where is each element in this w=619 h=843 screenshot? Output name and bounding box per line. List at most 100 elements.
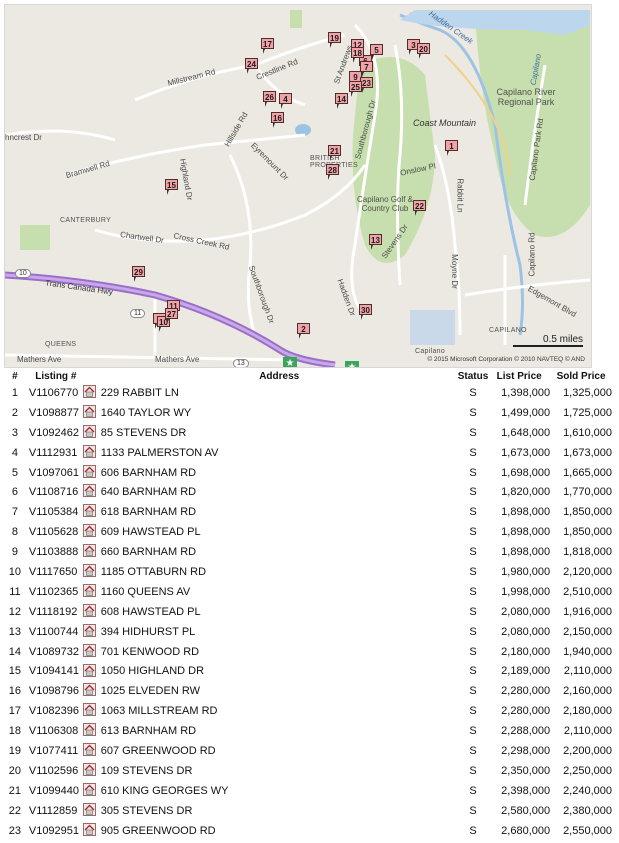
table-row[interactable]: 20 V1102596 109 STEVENS DR S 2,350,000 2,250,…	[4, 761, 616, 781]
table-row[interactable]: 19 V1077411 607 GREENWOOD RD S 2,298,000 2,20…	[4, 741, 616, 761]
map-marker[interactable]: 20	[417, 43, 430, 59]
house-icon[interactable]	[82, 385, 96, 399]
table-row[interactable]: 15 V1094141 1050 HIGHLAND DR S 2,189,000 2,11…	[4, 661, 616, 681]
house-icon-cell[interactable]	[82, 661, 101, 681]
list-price: 1,648,000	[501, 426, 551, 439]
table-row[interactable]: 9 V1103888 660 BARNHAM RD S 1,898,000 1,818,0…	[4, 542, 616, 562]
map-marker[interactable]: 30	[359, 304, 372, 320]
map-marker[interactable]: 1	[445, 140, 458, 156]
house-icon[interactable]	[82, 544, 96, 558]
house-icon-cell[interactable]	[82, 423, 101, 443]
table-row[interactable]: 18 V1106308 613 BARNHAM RD S 2,288,000 2,110,…	[4, 721, 616, 741]
house-icon-cell[interactable]	[82, 781, 101, 801]
table-row[interactable]: 2 V1098877 1640 TAYLOR WY S 1,499,000 1,725,0…	[4, 403, 616, 423]
house-icon[interactable]	[82, 464, 96, 478]
house-icon[interactable]	[82, 703, 96, 717]
table-row[interactable]: 10 V1117650 1185 OTTABURN RD S 1,980,000 2,12…	[4, 562, 616, 582]
house-icon-cell[interactable]	[82, 602, 101, 622]
table-row[interactable]: 3 V1092462 85 STEVENS DR S 1,648,000 1,610,00…	[4, 423, 616, 443]
house-icon[interactable]	[82, 743, 96, 757]
map-marker[interactable]: 4	[279, 93, 292, 109]
house-icon[interactable]	[82, 484, 96, 498]
table-row[interactable]: 22 V1112859 305 STEVENS DR S 2,580,000 2,380,…	[4, 801, 616, 821]
map-marker[interactable]: 2	[297, 323, 310, 339]
house-icon[interactable]	[82, 564, 96, 578]
table-row[interactable]: 14 V1089732 701 KENWOOD RD S 2,180,000 1,940,…	[4, 642, 616, 662]
house-icon-cell[interactable]	[82, 801, 101, 821]
area-label: CANTERBURY	[60, 217, 112, 224]
house-icon-cell[interactable]	[82, 542, 101, 562]
map-marker[interactable]: 25	[349, 81, 362, 97]
table-row[interactable]: 21 V1099440 610 KING GEORGES WY S 2,398,000 2…	[4, 781, 616, 801]
table-row[interactable]: 17 V1082396 1063 MILLSTREAM RD S 2,280,000 2,…	[4, 701, 616, 721]
house-icon[interactable]	[82, 583, 96, 597]
house-icon-cell[interactable]	[82, 522, 101, 542]
house-icon[interactable]	[82, 424, 96, 438]
house-icon-cell[interactable]	[82, 443, 101, 463]
house-icon-cell[interactable]	[82, 582, 101, 602]
table-row[interactable]: 1 V1106770 229 RABBIT LN S 1,398,000 1,325,00…	[4, 383, 616, 403]
house-icon-cell[interactable]	[82, 463, 101, 483]
house-icon[interactable]	[82, 723, 96, 737]
map-marker[interactable]: 19	[328, 32, 341, 48]
map-marker[interactable]: 18	[351, 47, 364, 63]
house-icon-cell[interactable]	[82, 482, 101, 502]
house-icon-cell[interactable]	[82, 383, 101, 403]
table-row[interactable]: 8 V1105628 609 HAWSTEAD PL S 1,898,000 1,850,…	[4, 522, 616, 542]
table-row[interactable]: 4 V1112931 1133 PALMERSTON AV S 1,673,000 1,6…	[4, 443, 616, 463]
house-icon-cell[interactable]	[82, 642, 101, 662]
table-row[interactable]: 12 V1118192 608 HAWSTEAD PL S 2,080,000 1,916…	[4, 602, 616, 622]
house-icon[interactable]	[82, 623, 96, 637]
house-icon[interactable]	[82, 603, 96, 617]
house-icon-cell[interactable]	[82, 622, 101, 642]
sold-price: 2,550,000	[563, 824, 612, 837]
house-icon-cell[interactable]	[82, 701, 101, 721]
house-icon-cell[interactable]	[82, 502, 101, 522]
table-row[interactable]: 16 V1098796 1025 ELVEDEN RW S 2,280,000 2,160…	[4, 681, 616, 701]
table-row[interactable]: 23 V1092951 905 GREENWOOD RD S 2,680,000 2,55…	[4, 821, 616, 841]
house-icon-cell[interactable]	[82, 403, 101, 423]
table-row[interactable]: 7 V1105384 618 BARNHAM RD S 1,898,000 1,850,0…	[4, 502, 616, 522]
house-icon[interactable]	[82, 782, 96, 796]
map-marker[interactable]: 27	[165, 308, 178, 324]
map-marker[interactable]: 22	[413, 200, 426, 216]
row-num: 22	[8, 804, 22, 817]
house-icon[interactable]	[82, 444, 96, 458]
map-marker[interactable]: 26	[263, 91, 276, 107]
house-icon[interactable]	[82, 683, 96, 697]
listing-map[interactable]: Millstream Rd Crestline Rd St Andrews Hi…	[4, 4, 592, 368]
house-icon-cell[interactable]	[82, 721, 101, 741]
table-row[interactable]: 13 V1100744 394 HIDHURST PL S 2,080,000 2,150…	[4, 622, 616, 642]
house-icon[interactable]	[82, 802, 96, 816]
sold-price: 2,110,000	[563, 725, 612, 738]
header-status: Status	[457, 370, 489, 382]
list-price: 2,189,000	[501, 665, 551, 678]
map-marker[interactable]: 17	[261, 38, 274, 54]
house-icon[interactable]	[82, 762, 96, 776]
house-icon[interactable]	[82, 404, 96, 418]
row-num: 8	[11, 526, 18, 539]
house-icon-cell[interactable]	[82, 562, 101, 582]
table-row[interactable]: 5 V1097061 606 BARNHAM RD S 1,698,000 1,665,0…	[4, 463, 616, 483]
table-row[interactable]: 11 V1102365 1160 QUEENS AV S 1,998,000 2,510,…	[4, 582, 616, 602]
row-num: 21	[8, 784, 22, 797]
map-marker[interactable]: 24	[245, 58, 258, 74]
map-marker[interactable]: 14	[335, 93, 348, 109]
house-icon-cell[interactable]	[82, 821, 101, 841]
map-marker[interactable]: 28	[326, 164, 339, 180]
house-icon-cell[interactable]	[82, 761, 101, 781]
map-marker[interactable]: 16	[271, 112, 284, 128]
house-icon[interactable]	[82, 504, 96, 518]
house-icon[interactable]	[82, 643, 96, 657]
table-row[interactable]: 6 V1108716 640 BARNHAM RD S 1,820,000 1,770,0…	[4, 482, 616, 502]
map-marker[interactable]: 15	[165, 179, 178, 195]
house-icon-cell[interactable]	[82, 741, 101, 761]
house-icon-cell[interactable]	[82, 681, 101, 701]
map-marker[interactable]: 13	[369, 234, 382, 250]
house-icon[interactable]	[82, 524, 96, 538]
map-marker[interactable]: 29	[132, 266, 145, 282]
map-marker[interactable]: 21	[328, 145, 341, 161]
map-marker[interactable]: 5	[370, 44, 383, 60]
house-icon[interactable]	[82, 663, 96, 677]
house-icon[interactable]	[82, 822, 96, 836]
